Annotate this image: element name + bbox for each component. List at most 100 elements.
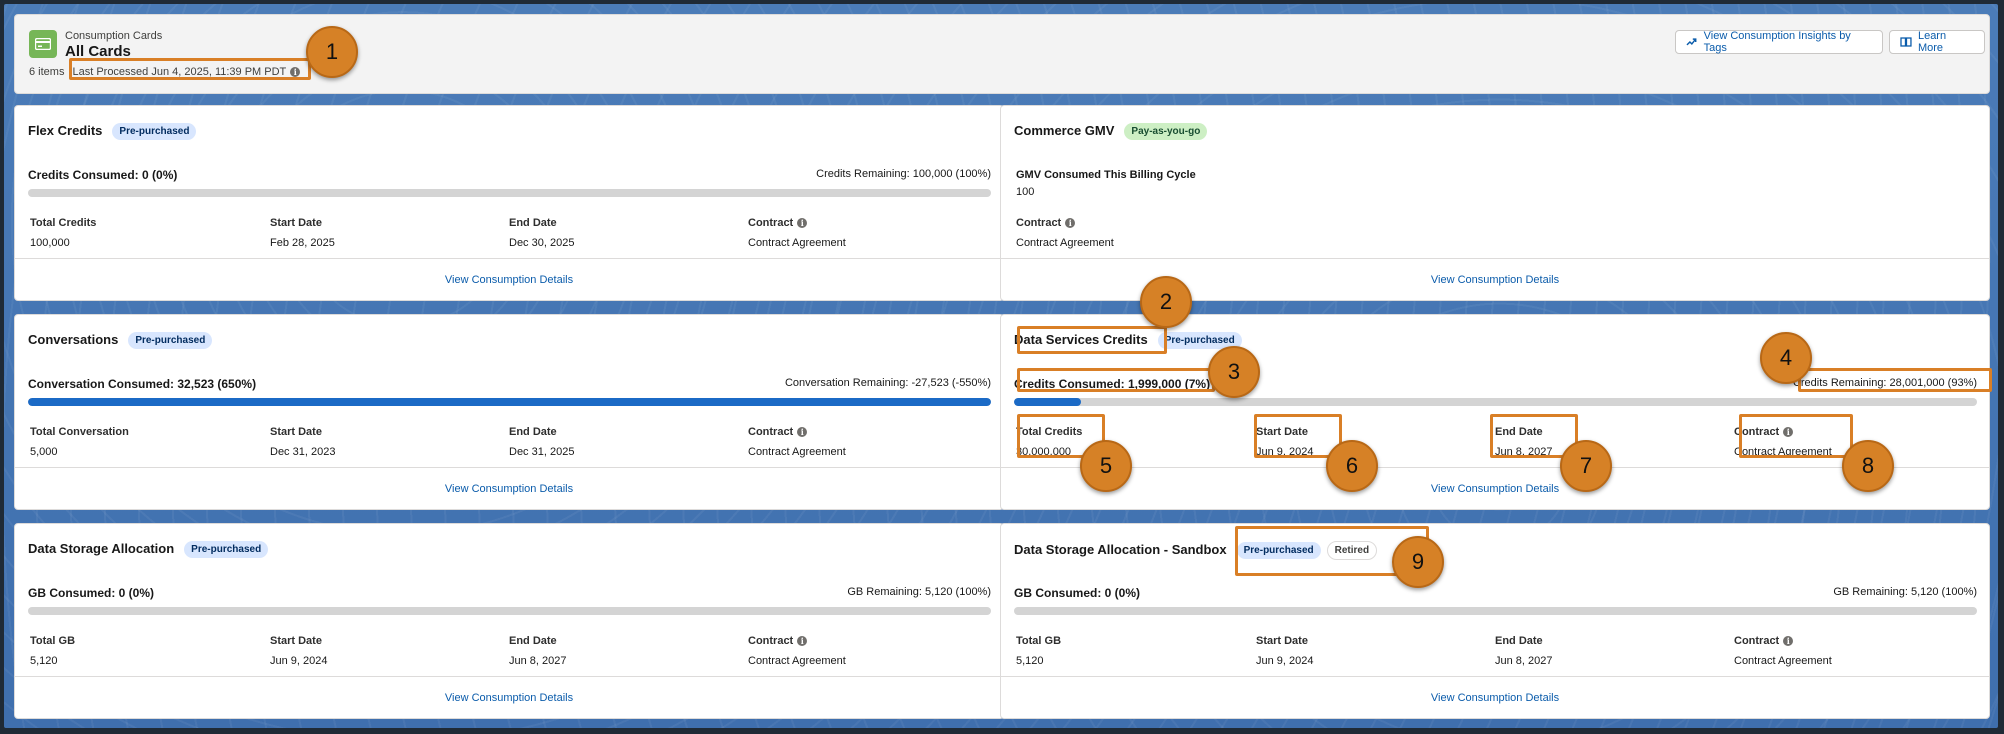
card-title: Data Services Credits Pre-purchased (1014, 332, 1242, 349)
progress-bar (28, 189, 991, 197)
card-title-text: Flex Credits (28, 123, 103, 138)
card-commerce-gmv: Commerce GMV Pay-as-you-go GMV Consumed T… (1000, 105, 1990, 301)
card-title-text: Conversations (28, 332, 119, 347)
field-total: Total Credits 100,000 (30, 217, 96, 249)
field-contract: Contract i Contract Agreement (748, 217, 846, 249)
progress-fill (1014, 398, 1082, 406)
retired-badge: Retired (1326, 541, 1378, 560)
callout-3: 3 (1208, 346, 1260, 398)
view-details-link[interactable]: View Consumption Details (1431, 483, 1559, 495)
field-label: Contract i (1016, 217, 1114, 229)
info-icon[interactable]: i (1783, 636, 1794, 646)
view-insights-label: View Consumption Insights by Tags (1703, 30, 1851, 54)
callout-2: 2 (1140, 276, 1192, 328)
field-contract: Contract i Contract Agreement (748, 426, 846, 458)
field-label: Start Date (1256, 635, 1308, 647)
card-title: Data Storage Allocation Pre-purchased (28, 541, 269, 558)
field-value: 100,000 (30, 237, 70, 249)
view-details-link[interactable]: View Consumption Details (445, 483, 573, 495)
card-conversations: Conversations Pre-purchased Conversation … (14, 314, 1004, 510)
field-value: Contract Agreement (1734, 446, 1832, 458)
card-title: Data Storage Allocation - Sandbox Pre-pur… (1014, 541, 1378, 560)
card-footer: View Consumption Details (15, 258, 1003, 300)
field-label: Contract i (748, 217, 846, 229)
card-title-text: Data Storage Allocation - Sandbox (1014, 542, 1227, 557)
info-icon[interactable]: i (797, 427, 808, 437)
field-label: Start Date (270, 217, 322, 229)
field-value: Jun 9, 2024 (270, 655, 328, 667)
field-contract: Contract i Contract Agreement (1734, 635, 1832, 667)
info-icon[interactable]: i (1065, 218, 1076, 228)
field-contract: Contract i Contract Agreement (1734, 426, 1832, 458)
remaining-text: Conversation Remaining: -27,523 (-550%) (784, 377, 991, 389)
view-details-link[interactable]: View Consumption Details (445, 692, 573, 704)
info-icon[interactable]: i (797, 218, 808, 228)
consumed-text: GB Consumed: 0 (0%) (28, 586, 155, 600)
field-label: Total Conversation (30, 426, 129, 438)
view-insights-button[interactable]: View Consumption Insights by Tags (1675, 30, 1883, 54)
field-value: Jun 8, 2027 (1495, 655, 1553, 667)
field-label-text: Contract (748, 217, 794, 229)
remaining-text: GB Remaining: 5,120 (100%) (1833, 586, 1977, 598)
status-badge: Pre-purchased (128, 332, 213, 349)
remaining-text: GB Remaining: 5,120 (100%) (847, 586, 991, 598)
callout-5: 5 (1080, 440, 1132, 492)
view-details-link[interactable]: View Consumption Details (1431, 692, 1559, 704)
field-total: Total Credits 30,000,000 (1016, 426, 1082, 458)
field-label: Total GB (1016, 635, 1062, 647)
field-label-text: Contract (1734, 426, 1780, 438)
status-badge: Pre-purchased (1236, 542, 1321, 559)
card-title: Conversations Pre-purchased (28, 332, 213, 349)
field-label: Start Date (270, 635, 322, 647)
card-icon (29, 30, 57, 58)
field-label-text: Contract (748, 635, 794, 647)
field-value: Dec 30, 2025 (509, 237, 575, 249)
field-value: Jun 9, 2024 (1256, 446, 1314, 458)
field-value: Dec 31, 2023 (270, 446, 336, 458)
field-value: Contract Agreement (1734, 655, 1832, 667)
card-footer: View Consumption Details (1001, 676, 1989, 718)
page-title: All Cards (65, 43, 131, 60)
callout-7: 7 (1560, 440, 1612, 492)
status-badge: Pay-as-you-go (1124, 123, 1208, 140)
remaining-text: Credits Remaining: 28,001,000 (93%) (1792, 377, 1977, 389)
field-value: Jun 8, 2027 (1495, 446, 1553, 458)
field-label: Contract i (748, 635, 846, 647)
field-value: Jun 9, 2024 (1256, 655, 1314, 667)
card-data-storage-allocation-sandbox: Data Storage Allocation - Sandbox Pre-pur… (1000, 523, 1990, 719)
card-data-storage-allocation: Data Storage Allocation Pre-purchased GB … (14, 523, 1004, 719)
field-label: End Date (1495, 635, 1543, 647)
callout-6: 6 (1326, 440, 1378, 492)
field-label-text: Contract (1734, 635, 1780, 647)
info-icon[interactable]: i (290, 67, 301, 77)
progress-fill (28, 398, 991, 406)
view-details-link[interactable]: View Consumption Details (445, 274, 573, 286)
consumed-text: Conversation Consumed: 32,523 (650%) (28, 377, 257, 391)
field-value: Contract Agreement (1016, 237, 1114, 249)
progress-bar (1014, 398, 1977, 406)
field-end-date: End Date Jun 8, 2027 (1495, 426, 1553, 458)
field-total: Total Conversation 5,000 (30, 426, 129, 458)
field-value: Jun 8, 2027 (509, 655, 567, 667)
field-value: 30,000,000 (1016, 446, 1072, 458)
card-title-text: Data Services Credits (1014, 332, 1148, 347)
learn-more-button[interactable]: Learn More (1889, 30, 1985, 54)
gmv-label: GMV Consumed This Billing Cycle (1016, 169, 1196, 181)
info-icon[interactable]: i (1783, 427, 1794, 437)
callout-4: 4 (1760, 332, 1812, 384)
field-label: End Date (509, 426, 557, 438)
field-start-date: Start Date Jun 9, 2024 (1256, 635, 1314, 667)
field-contract: Contract i Contract Agreement (1016, 217, 1114, 249)
trend-icon (1686, 38, 1697, 46)
field-label: Total Credits (1016, 426, 1083, 438)
page-meta: 6 items Last Processed Jun 4, 2025, 11:3… (29, 66, 301, 78)
field-label: Total Credits (30, 217, 97, 229)
field-label: Contract i (1734, 426, 1832, 438)
view-details-link[interactable]: View Consumption Details (1431, 274, 1559, 286)
learn-more-label: Learn More (1917, 30, 1947, 54)
field-contract: Contract i Contract Agreement (748, 635, 846, 667)
info-icon[interactable]: i (797, 636, 808, 646)
card-footer: View Consumption Details (15, 676, 1003, 718)
progress-bar (28, 398, 991, 406)
gmv-value: 100 (1016, 186, 1035, 198)
